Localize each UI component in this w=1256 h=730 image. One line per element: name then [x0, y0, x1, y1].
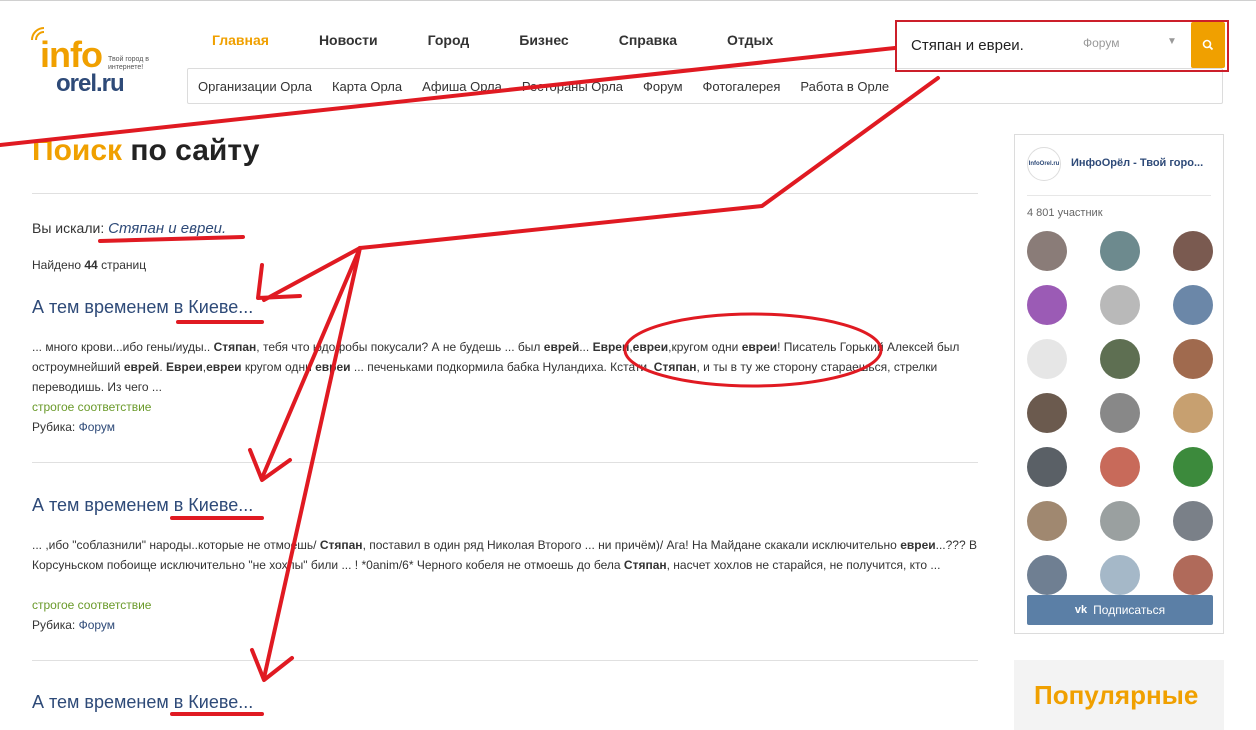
member-avatar[interactable] — [1100, 231, 1140, 271]
main-nav: Главная Новости Город Бизнес Справка Отд… — [212, 32, 823, 54]
divider — [1027, 195, 1211, 196]
result-title-1[interactable]: А тем временем в Киеве... — [32, 297, 253, 318]
member-avatar[interactable] — [1027, 231, 1067, 271]
subnav-afisha[interactable]: Афиша Орла — [422, 79, 502, 94]
result-title-2[interactable]: А тем временем в Киеве... — [32, 495, 253, 516]
member-avatar[interactable] — [1173, 393, 1213, 433]
community-avatar[interactable]: InfoOrel.ru — [1027, 147, 1061, 181]
member-avatar[interactable] — [1173, 447, 1213, 487]
underline-query — [98, 235, 245, 243]
member-avatar[interactable] — [1173, 339, 1213, 379]
nav-business[interactable]: Бизнес — [519, 32, 568, 54]
vk-community-widget: InfoOrel.ru ИнфоОрёл - Твой горо... 4 80… — [1014, 134, 1224, 634]
search-icon — [1202, 39, 1214, 51]
community-name[interactable]: ИнфоОрёл - Твой горо... — [1071, 157, 1203, 169]
result-match-2: строгое соответствие — [32, 598, 152, 612]
logo-orel-text: orel.ru — [56, 70, 125, 97]
found-count-line: Найдено 44 страниц — [32, 258, 146, 272]
nav-news[interactable]: Новости — [319, 32, 378, 54]
arrow-to-result-1 — [262, 246, 362, 302]
found-count: 44 — [84, 258, 98, 272]
query-text: Стяпан и евреи. — [108, 220, 227, 237]
rubric-label: Рубика: — [32, 420, 76, 434]
member-avatar[interactable] — [1027, 555, 1067, 595]
result-rubric-1: Рубика: Форум — [32, 420, 115, 434]
subnav-organizations[interactable]: Организации Орла — [198, 79, 312, 94]
subnav-jobs[interactable]: Работа в Орле — [800, 79, 889, 94]
sub-nav: Организации Орла Карта Орла Афиша Орла Р… — [187, 68, 1223, 104]
page-title: Поиск по сайту — [32, 134, 259, 168]
member-avatar[interactable] — [1100, 447, 1140, 487]
arrow-head-2 — [248, 448, 292, 482]
top-border — [0, 0, 1256, 1]
member-avatar[interactable] — [1173, 231, 1213, 271]
nav-leisure[interactable]: Отдых — [727, 32, 773, 54]
result-title-3[interactable]: А тем временем в Киеве... — [32, 692, 253, 713]
page-title-highlight: Поиск — [32, 134, 123, 167]
nav-home[interactable]: Главная — [212, 32, 269, 54]
chevron-down-icon[interactable]: ▼ — [1167, 36, 1177, 47]
divider — [32, 462, 978, 463]
member-count: 4 801 участник — [1027, 207, 1103, 219]
member-avatar[interactable] — [1173, 285, 1213, 325]
divider — [32, 660, 978, 661]
arrow-to-result-3 — [262, 246, 362, 680]
search-box: Форум ▼ — [895, 20, 1229, 72]
member-avatar[interactable] — [1027, 285, 1067, 325]
found-prefix: Найдено — [32, 258, 82, 272]
result-snippet-2: ... ,ибо "соблазнили" народы..которые не… — [32, 538, 977, 572]
member-avatars — [1027, 231, 1213, 595]
found-suffix: страниц — [101, 258, 147, 272]
member-avatar[interactable] — [1027, 447, 1067, 487]
vk-icon: vk — [1074, 604, 1088, 616]
search-category-select[interactable]: Форум — [1083, 36, 1119, 50]
query-label: Вы искали: — [32, 220, 105, 236]
result-match-1: строгое соответствие — [32, 400, 152, 414]
member-avatar[interactable] — [1100, 501, 1140, 541]
result-snippet-1: ... много крови...ибо гены/иуды.. Стяпан… — [32, 340, 960, 394]
query-line: Вы искали: Стяпан и евреи. — [32, 220, 226, 237]
arrow-head-1 — [256, 263, 302, 300]
member-avatar[interactable] — [1173, 501, 1213, 541]
result-rubric-2: Рубика: Форум — [32, 618, 115, 632]
arrow-head-3 — [250, 648, 294, 682]
subscribe-button[interactable]: vk Подписаться — [1027, 595, 1213, 625]
search-button[interactable] — [1191, 22, 1225, 68]
rubric-link[interactable]: Форум — [79, 420, 115, 434]
subnav-restaurants[interactable]: Рестораны Орла — [522, 79, 623, 94]
member-avatar[interactable] — [1100, 555, 1140, 595]
member-avatar[interactable] — [1173, 555, 1213, 595]
subnav-forum[interactable]: Форум — [643, 79, 683, 94]
rubric-link[interactable]: Форум — [79, 618, 115, 632]
subscribe-label: Подписаться — [1093, 603, 1166, 617]
subnav-map[interactable]: Карта Орла — [332, 79, 402, 94]
site-logo[interactable]: info Твой город в интернете! orel.ru — [30, 24, 170, 104]
divider — [32, 193, 978, 194]
member-avatar[interactable] — [1100, 339, 1140, 379]
member-avatar[interactable] — [1100, 393, 1140, 433]
nav-city[interactable]: Город — [428, 32, 470, 54]
popular-title: Популярные — [1034, 680, 1199, 710]
member-avatar[interactable] — [1100, 285, 1140, 325]
page-title-rest: по сайту — [130, 134, 260, 167]
member-avatar[interactable] — [1027, 393, 1067, 433]
rubric-label: Рубика: — [32, 618, 76, 632]
member-avatar[interactable] — [1027, 339, 1067, 379]
nav-reference[interactable]: Справка — [619, 32, 677, 54]
subnav-photogallery[interactable]: Фотогалерея — [703, 79, 781, 94]
member-avatar[interactable] — [1027, 501, 1067, 541]
search-input[interactable] — [903, 27, 1089, 63]
